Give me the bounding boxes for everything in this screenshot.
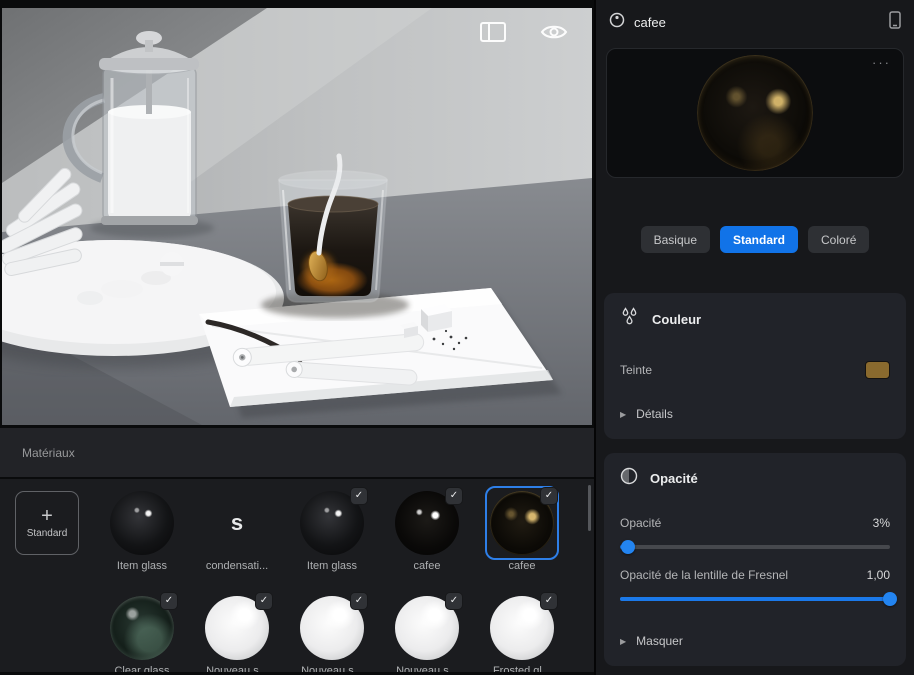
inspector-panel: cafee ··· Basique Standard Coloré	[594, 0, 914, 675]
tile-label: condensati...	[206, 560, 268, 572]
tab-colore[interactable]: Coloré	[808, 226, 869, 253]
materials-scrollbar[interactable]	[588, 485, 591, 531]
check-icon: ✓	[446, 488, 462, 504]
masquer-label: Masquer	[636, 634, 683, 648]
eye-icon[interactable]	[540, 22, 568, 47]
fresnel-slider-fill	[620, 597, 890, 601]
tile-label: Clear glass	[114, 665, 169, 672]
plus-icon: +	[41, 507, 53, 525]
tile-label: Frosted gl...	[493, 665, 551, 672]
material-tile-item-glass-1[interactable]: Item glass	[107, 491, 177, 572]
material-glyph: s	[231, 510, 243, 536]
masquer-toggle[interactable]: ▶ Masquer	[620, 634, 890, 648]
opacity-label: Opacité	[620, 516, 661, 530]
materials-header: Matériaux	[0, 425, 594, 477]
check-icon: ✓	[256, 593, 272, 609]
opacity-slider-thumb[interactable]	[621, 540, 635, 554]
teinte-label: Teinte	[620, 363, 652, 377]
materials-row-2: ✓ Clear glass ✓ Nouveau s... ✓	[12, 596, 584, 672]
opacity-slider-track	[620, 545, 890, 549]
material-tile-nouveau-2[interactable]: ✓ Nouveau s...	[297, 596, 367, 672]
details-label: Détails	[636, 407, 673, 421]
opacity-value: 3%	[873, 516, 890, 530]
chevron-right-icon: ▶	[620, 637, 626, 646]
add-material-button[interactable]: + Standard	[15, 491, 79, 555]
check-icon: ✓	[446, 593, 462, 609]
opacity-slider[interactable]	[620, 540, 890, 554]
tile-label: cafee	[509, 560, 536, 572]
check-icon: ✓	[351, 593, 367, 609]
material-tile-cafee-selected[interactable]: ✓ cafee	[487, 491, 557, 572]
fresnel-slider-thumb[interactable]	[883, 592, 897, 606]
material-sphere	[110, 491, 174, 555]
selection-outline: ✓	[485, 486, 559, 560]
material-tile-clear-glass[interactable]: ✓ Clear glass	[107, 596, 177, 672]
tile-label: Nouveau s...	[301, 665, 363, 672]
opacite-title: Opacité	[650, 471, 698, 486]
material-type-icon	[609, 12, 625, 33]
droplets-icon	[620, 307, 640, 331]
material-tile-condensation[interactable]: s condensati...	[202, 491, 272, 572]
left-column: Matériaux + Standard Item glass s conden…	[0, 0, 594, 675]
fresnel-label: Opacité de la lentille de Fresnel	[620, 568, 788, 582]
tile-label: Standard	[27, 528, 68, 539]
chevron-right-icon: ▶	[620, 410, 626, 419]
material-mode-tabs: Basique Standard Coloré	[596, 226, 914, 253]
tile-label: Nouveau s...	[206, 665, 268, 672]
split-view-icon[interactable]	[480, 22, 506, 47]
materials-title: Matériaux	[22, 446, 75, 460]
inspector-header: cafee	[596, 0, 914, 44]
tile-label: Item glass	[307, 560, 357, 572]
inspector-title: cafee	[634, 15, 880, 30]
materials-row-1: + Standard Item glass s condensati... ✓	[12, 491, 584, 572]
material-preview-sphere	[697, 55, 813, 171]
inspector-sections: Couleur Teinte ▶ Détails Opacité	[596, 293, 914, 666]
tile-label: Nouveau s...	[396, 665, 458, 672]
check-icon: ✓	[351, 488, 367, 504]
viewport-toolbar	[480, 22, 568, 47]
tile-label: cafee	[414, 560, 441, 572]
details-toggle[interactable]: ▶ Détails	[620, 407, 890, 421]
more-menu-button[interactable]: ···	[872, 55, 891, 70]
app-window: Matériaux + Standard Item glass s conden…	[0, 0, 914, 675]
materials-grid: + Standard Item glass s condensati... ✓	[0, 477, 594, 672]
grid-spacer	[12, 596, 82, 672]
check-icon: ✓	[541, 488, 557, 504]
material-tile-cafee-1[interactable]: ✓ cafee	[392, 491, 462, 572]
3d-viewport[interactable]	[2, 8, 592, 425]
couleur-title: Couleur	[652, 312, 701, 327]
material-tile-add-standard[interactable]: + Standard	[12, 491, 82, 572]
fresnel-slider[interactable]	[620, 592, 890, 606]
couleur-section: Couleur Teinte ▶ Détails	[604, 293, 906, 439]
scene-render	[2, 8, 592, 425]
opacity-icon	[620, 467, 638, 490]
tab-basique[interactable]: Basique	[641, 226, 710, 253]
tile-label: Item glass	[117, 560, 167, 572]
material-preview: ···	[606, 48, 904, 178]
check-icon: ✓	[541, 593, 557, 609]
material-tile-frosted-glass[interactable]: ✓ Frosted gl...	[487, 596, 557, 672]
device-preview-icon[interactable]	[889, 11, 901, 34]
material-tile-nouveau-1[interactable]: ✓ Nouveau s...	[202, 596, 272, 672]
material-tile-nouveau-3[interactable]: ✓ Nouveau s...	[392, 596, 462, 672]
teinte-swatch[interactable]	[865, 361, 890, 379]
tab-standard[interactable]: Standard	[720, 226, 798, 253]
fresnel-value: 1,00	[867, 568, 890, 582]
opacite-section: Opacité Opacité 3% Opacité de la lentill…	[604, 453, 906, 666]
material-tile-item-glass-2[interactable]: ✓ Item glass	[297, 491, 367, 572]
check-icon: ✓	[161, 593, 177, 609]
